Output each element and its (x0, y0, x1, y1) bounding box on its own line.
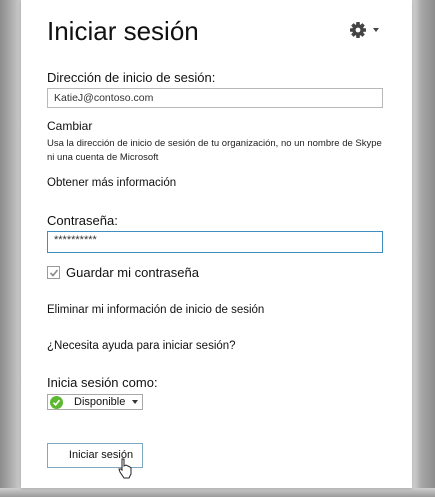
window-frame-left (0, 0, 21, 497)
change-link[interactable]: Cambiar (47, 119, 92, 133)
password-input[interactable]: ********** (47, 231, 383, 253)
presence-status-dropdown[interactable]: Disponible (47, 394, 143, 410)
password-label: Contraseña: (47, 213, 118, 228)
signin-help-link[interactable]: ¿Necesita ayuda para iniciar sesión? (47, 340, 236, 352)
mouse-pointer-icon (118, 458, 132, 479)
help-text-line1: Usa la dirección de inicio de sesión de … (47, 138, 382, 149)
help-text-line2: ni una cuenta de Microsoft (47, 152, 159, 163)
window-frame-right (412, 0, 435, 497)
signin-panel: Iniciar sesión Dirección de inicio de se… (21, 0, 412, 488)
signin-address-input[interactable] (47, 88, 383, 108)
page-title: Iniciar sesión (47, 16, 199, 46)
signin-address-label: Dirección de inicio de sesión: (47, 70, 216, 85)
save-password-label[interactable]: Guardar mi contraseña (66, 265, 199, 280)
caret-down-icon (373, 28, 379, 32)
delete-signin-info-link[interactable]: Eliminar mi información de inicio de ses… (47, 304, 264, 316)
presence-available-icon (50, 396, 63, 409)
settings-menu-button[interactable] (349, 19, 383, 41)
caret-down-icon (132, 400, 138, 404)
signin-as-label: Inicia sesión como: (47, 375, 158, 390)
gear-icon (350, 22, 379, 38)
window-frame-bottom (0, 488, 435, 497)
presence-status-value: Disponible (74, 396, 126, 408)
more-info-link[interactable]: Obtener más información (47, 177, 176, 189)
checkmark-icon (49, 269, 59, 277)
save-password-checkbox[interactable] (47, 266, 60, 279)
